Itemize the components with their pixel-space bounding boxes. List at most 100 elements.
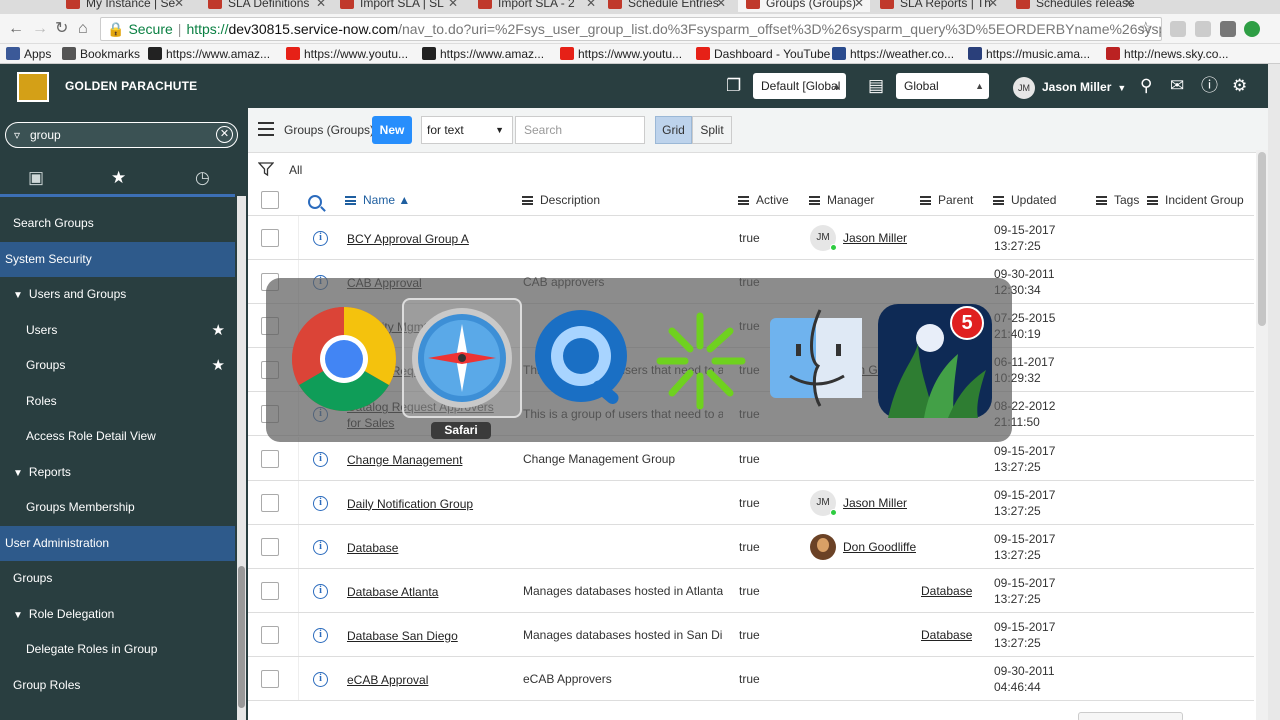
table-row[interactable]: i eCAB Approval eCAB Approvers true 09-30-20… [248, 657, 1254, 701]
group-name-link[interactable]: Database Atlanta [347, 584, 507, 600]
group-name-link[interactable]: Change Management [347, 452, 507, 468]
bookmark-item[interactable]: https://www.youtu... [560, 45, 682, 63]
close-tab-icon[interactable]: ✕ [1124, 0, 1134, 12]
search-input[interactable]: Search [515, 116, 645, 144]
new-button[interactable]: New [372, 116, 412, 144]
connect-chat-icon[interactable]: ✉ [1170, 77, 1184, 95]
help-icon[interactable]: ⓘ [1201, 77, 1218, 95]
row-checkbox[interactable] [261, 493, 279, 512]
column-updated[interactable]: Updated [993, 193, 1056, 207]
info-icon[interactable]: i [313, 495, 328, 511]
navigator-item[interactable]: Users ★ [0, 313, 235, 348]
select-all-checkbox[interactable] [261, 191, 279, 209]
navigator-item[interactable]: ▼ Users and Groups [0, 277, 235, 312]
close-tab-icon[interactable]: ✕ [174, 0, 184, 12]
scope-icon[interactable]: ▤ [868, 77, 884, 95]
table-row[interactable]: i Daily Notification Group true JM Jason Mil… [248, 480, 1254, 525]
finder-icon[interactable] [768, 306, 864, 410]
favorite-star-icon[interactable]: ★ [212, 348, 225, 383]
expand-triangle-icon[interactable]: ▼ [13, 610, 23, 621]
close-tab-icon[interactable]: ✕ [854, 0, 864, 12]
table-row[interactable]: i Change Management Change Management Grou… [248, 436, 1254, 481]
bookmark-item[interactable]: https://www.amaz... [422, 45, 544, 63]
sidebar-scrollbar[interactable] [237, 196, 246, 720]
navigator-item[interactable]: Search Groups [0, 206, 235, 241]
table-row[interactable]: i BCY Approval Group A true JM Jason Miller 0… [248, 216, 1254, 260]
address-bar[interactable]: 🔒 Secure | https://dev30815.service-now.com… [100, 17, 1162, 41]
group-name-link[interactable]: Database San Diego [347, 628, 507, 644]
row-checkbox[interactable] [261, 537, 279, 556]
browser-tab[interactable]: Import SLA - 2 ✕ [470, 0, 602, 12]
navigator-item[interactable]: ▼ Role Delegation [0, 597, 235, 632]
column-manager[interactable]: Manager [809, 193, 874, 207]
column-name[interactable]: Name ▲ [345, 193, 410, 207]
info-icon[interactable]: i [313, 231, 328, 246]
browser-tab[interactable]: Import SLA | SL ✕ [332, 0, 464, 12]
group-name-link[interactable]: Database [347, 540, 507, 556]
browser-tab[interactable]: Schedules release ✕ [1008, 0, 1140, 12]
search-field-select[interactable]: for text ▼ [421, 116, 513, 144]
table-row[interactable]: i Database San Diego Manages databases hos… [248, 612, 1254, 657]
row-checkbox[interactable] [261, 625, 279, 644]
spark-icon[interactable] [650, 306, 750, 416]
update-set-icon[interactable]: ❐ [726, 77, 741, 95]
navigator-filter-input[interactable]: ▿ group ✕ [5, 122, 238, 148]
navigator-item[interactable]: Roles [0, 384, 235, 419]
extension-icon[interactable] [1170, 21, 1186, 37]
bookmark-star-icon[interactable]: ☆ [1139, 18, 1153, 40]
safari-icon[interactable] [410, 306, 514, 410]
navigator-item[interactable]: User Administration [0, 525, 235, 561]
bookmark-item[interactable]: Bookmarks [62, 45, 140, 63]
chrome-icon[interactable] [291, 306, 397, 412]
all-apps-icon[interactable]: ▣ [28, 168, 44, 188]
info-icon[interactable]: i [313, 539, 328, 555]
history-clock-icon[interactable]: ◷ [195, 168, 210, 188]
close-tab-icon[interactable]: ✕ [716, 0, 726, 12]
parent-link[interactable]: Database [921, 628, 972, 642]
row-checkbox[interactable] [261, 449, 279, 468]
info-icon[interactable]: i [313, 672, 328, 687]
column-search-icon[interactable] [308, 195, 322, 209]
bookmark-item[interactable]: https://www.youtu... [286, 45, 408, 63]
row-checkbox[interactable] [261, 229, 279, 247]
navigator-item[interactable]: Groups [0, 561, 235, 596]
breadcrumb-all[interactable]: All [289, 163, 302, 177]
table-row[interactable]: i Database true Don Goodliffe 09-15-2017 13:2… [248, 524, 1254, 569]
manager-link[interactable]: Jason Miller [843, 496, 907, 510]
close-tab-icon[interactable]: ✕ [586, 0, 596, 12]
clear-icon[interactable]: ✕ [216, 126, 233, 143]
browser-tab[interactable]: SLA Reports | Th ✕ [872, 0, 1004, 12]
favorites-star-icon[interactable]: ★ [111, 168, 126, 188]
search-icon[interactable]: ⚲ [1140, 77, 1152, 95]
row-checkbox[interactable] [261, 581, 279, 600]
browser-tab[interactable]: Schedule Entries ✕ [600, 0, 732, 12]
bookmark-item[interactable]: Apps [6, 45, 51, 63]
column-tags[interactable]: Tags [1096, 193, 1139, 207]
extension-icon[interactable] [1220, 21, 1236, 37]
navigator-item[interactable]: Groups Membership [0, 490, 235, 525]
split-view-button[interactable]: Split [692, 116, 732, 144]
row-checkbox[interactable] [261, 670, 279, 688]
reload-icon[interactable]: ↻ [55, 20, 68, 38]
group-name-link[interactable]: BCY Approval Group A [347, 231, 507, 247]
quicktime-icon[interactable] [528, 306, 634, 412]
expand-triangle-icon[interactable]: ▼ [13, 290, 23, 301]
scope-select[interactable]: Global ▲ [896, 73, 989, 99]
home-icon[interactable]: ⌂ [78, 20, 88, 38]
parent-link[interactable]: Database [921, 584, 972, 598]
user-menu[interactable]: Jason Miller ▼ [1042, 80, 1126, 94]
table-row[interactable]: i Database Atlanta Manages databases hoste… [248, 568, 1254, 613]
back-icon[interactable]: ← [8, 20, 24, 38]
close-tab-icon[interactable]: ✕ [316, 0, 326, 12]
user-avatar[interactable]: JM [1013, 77, 1035, 99]
extension-icon[interactable] [1195, 21, 1211, 37]
group-name-link[interactable]: Daily Notification Group [347, 496, 507, 512]
bookmark-item[interactable]: http://news.sky.co... [1106, 45, 1228, 63]
navigator-item[interactable]: ▼ Reports [0, 455, 235, 490]
bookmark-item[interactable]: Dashboard - YouTube [696, 45, 830, 63]
bookmark-item[interactable]: https://weather.co... [832, 45, 954, 63]
close-tab-icon[interactable]: ✕ [988, 0, 998, 12]
manager-link[interactable]: Jason Miller [843, 231, 907, 245]
column-description[interactable]: Description [522, 193, 600, 207]
info-icon[interactable]: i [313, 583, 328, 599]
